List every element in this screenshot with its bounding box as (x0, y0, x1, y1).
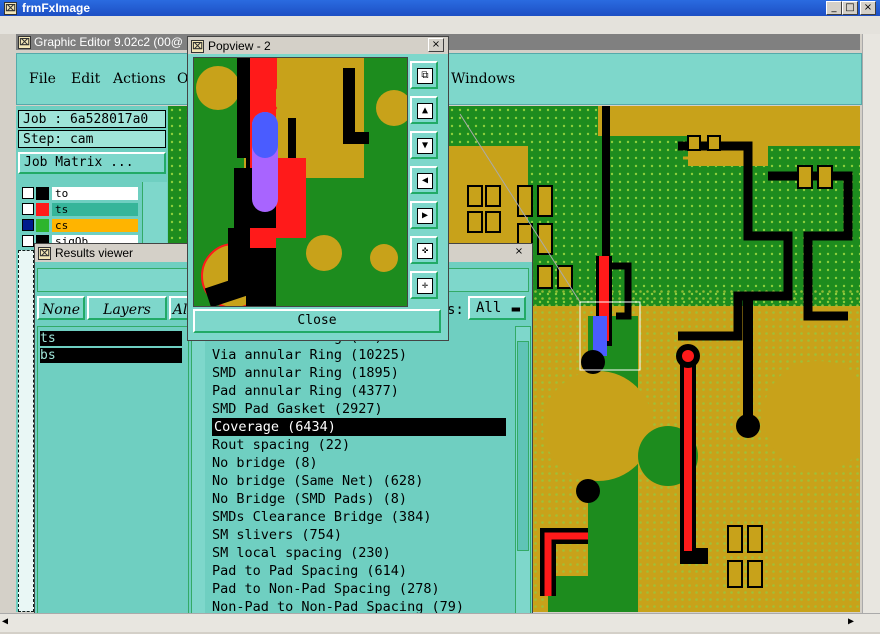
toolbar-strip (0, 16, 880, 34)
job-field: Job : 6a528017a0 (18, 110, 166, 128)
scroll-thumb[interactable] (517, 341, 529, 551)
pan-up-icon: ▲ (417, 103, 433, 119)
result-item[interactable]: Rout spacing (22) (212, 436, 350, 454)
layer-swatch (36, 187, 49, 200)
menu-actions[interactable]: Actions (113, 71, 166, 87)
zoom-in-button[interactable]: ✜ (410, 236, 438, 264)
maximize-button[interactable]: □ (842, 1, 858, 15)
step-field: Step: cam (18, 130, 166, 148)
results-viewer-title: Results viewer (55, 246, 134, 260)
layer-row-ts[interactable]: ts (22, 203, 138, 216)
editor-title: Graphic Editor 9.02c2 (00@ (34, 35, 183, 49)
side-pattern (18, 250, 34, 612)
scroll-left-icon[interactable]: ◀ (2, 616, 8, 627)
pan-down-button[interactable]: ▼ (410, 131, 438, 159)
layer-row-to[interactable]: to (22, 187, 138, 200)
result-item[interactable]: Via annular Ring (10225) (212, 346, 407, 364)
layer-checkbox[interactable] (22, 219, 34, 231)
results-viewer-icon: ⌧ (38, 247, 51, 260)
layer-swatch (36, 219, 49, 232)
result-item[interactable]: SM local spacing (230) (212, 544, 391, 562)
menu-edit[interactable]: Edit (71, 71, 100, 87)
popview-icon: ⌧ (191, 40, 204, 53)
result-item[interactable]: SMDs Clearance Bridge (384) (212, 508, 431, 526)
zoom-out-icon: ✛ (417, 278, 433, 294)
popview-artwork (194, 58, 407, 306)
filter-label: s: (447, 302, 464, 318)
job-matrix-button[interactable]: Job Matrix ... (18, 152, 166, 174)
layer-select-list[interactable]: ts bs (37, 326, 189, 616)
layer-checkbox[interactable] (22, 187, 34, 199)
minimize-button[interactable]: _ (826, 1, 842, 15)
zoom-fit-icon: ⧉ (417, 68, 433, 84)
pan-right-icon: ▶ (417, 208, 433, 224)
scroll-right-icon[interactable]: ▶ (848, 616, 854, 627)
layer-name: to (52, 187, 138, 200)
results-close-icon[interactable]: × (512, 246, 526, 258)
horizontal-scrollbar[interactable]: ◀ ▶ (0, 613, 880, 632)
pan-left-icon: ◀ (417, 173, 433, 189)
layer-checkbox[interactable] (22, 235, 34, 247)
filter-value: All (476, 300, 502, 316)
result-item[interactable]: Pad annular Ring (4377) (212, 382, 399, 400)
popview-window: ⌧ Popview - 2 × ⧉ ▲ ▼ ◀ ▶ ✜ ✛ Close (187, 36, 449, 341)
zoom-in-icon: ✜ (417, 243, 433, 259)
none-button[interactable]: None (37, 296, 85, 320)
app-icon: ⌧ (4, 2, 17, 15)
zoom-out-button[interactable]: ✛ (410, 271, 438, 299)
layer-name: cs (52, 219, 138, 232)
pan-down-icon: ▼ (417, 138, 433, 154)
result-item[interactable]: No Bridge (SMD Pads) (8) (212, 490, 407, 508)
layer-checkbox[interactable] (22, 203, 34, 215)
popview-titlebar: ⌧ Popview - 2 × (188, 37, 448, 54)
layers-button[interactable]: Layers (87, 296, 167, 320)
popview-title: Popview - 2 (208, 39, 271, 53)
result-item[interactable]: Pad to Non-Pad Spacing (278) (212, 580, 440, 598)
pan-left-button[interactable]: ◀ (410, 166, 438, 194)
menu-windows[interactable]: Windows (451, 71, 515, 87)
results-scrollbar[interactable] (515, 326, 531, 616)
result-item[interactable]: SMD Pad Gasket (2927) (212, 400, 383, 418)
filter-select[interactable]: All ▬ (468, 296, 526, 320)
layer-name: sigOb (52, 235, 138, 243)
pan-up-button[interactable]: ▲ (410, 96, 438, 124)
popview-close-button[interactable]: Close (193, 309, 441, 333)
list-item[interactable]: ts (40, 331, 182, 346)
vertical-scrollbar[interactable] (862, 34, 880, 613)
zoom-fit-button[interactable]: ⧉ (410, 61, 438, 89)
layer-name: ts (52, 203, 138, 216)
list-item[interactable]: bs (40, 348, 182, 363)
result-item[interactable]: SM slivers (754) (212, 526, 342, 544)
result-item[interactable]: SMD annular Ring (1895) (212, 364, 399, 382)
menu-file[interactable]: File (29, 71, 56, 87)
window-title: frmFxImage (22, 1, 91, 15)
popview-canvas[interactable] (193, 57, 408, 307)
layer-swatch (36, 203, 49, 216)
popview-close-icon[interactable]: × (428, 38, 444, 52)
close-window-button[interactable]: × (860, 1, 876, 15)
window-titlebar: ⌧ frmFxImage _ □ × (0, 0, 880, 16)
layer-scroll[interactable] (142, 182, 167, 244)
result-item[interactable]: Pad to Pad Spacing (614) (212, 562, 407, 580)
result-item[interactable]: Coverage (6434) (212, 418, 506, 436)
pan-right-button[interactable]: ▶ (410, 201, 438, 229)
editor-icon: ⌧ (18, 36, 31, 49)
result-item[interactable]: No bridge (8) (212, 454, 318, 472)
chevron-down-icon: ▬ (511, 301, 520, 317)
layer-row-cs[interactable]: cs (22, 219, 138, 232)
result-item[interactable]: No bridge (Same Net) (628) (212, 472, 423, 490)
